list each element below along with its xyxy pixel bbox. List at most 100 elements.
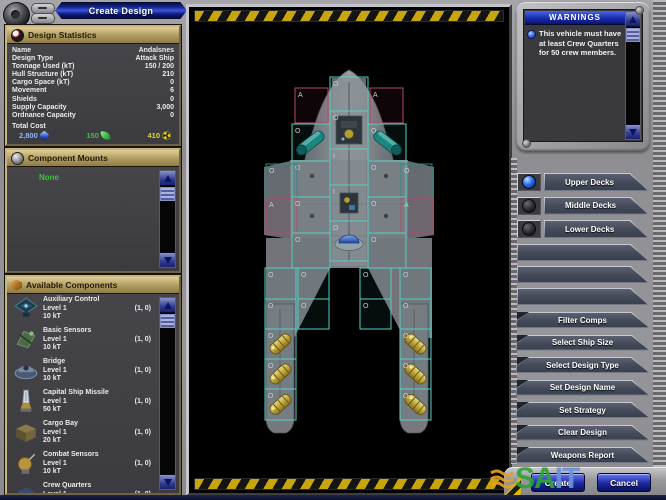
blank-button[interactable] xyxy=(517,244,648,261)
scroll-thumb[interactable] xyxy=(160,187,175,201)
scroll-up-button[interactable] xyxy=(160,298,175,313)
stat-value: 0 xyxy=(170,96,174,104)
component-level: Level 1 xyxy=(43,460,99,469)
stat-row: Name Andalsnes xyxy=(12,47,174,55)
scroll-thumb[interactable] xyxy=(626,28,640,42)
scroll-down-button[interactable] xyxy=(160,474,175,489)
design-statistics-title: Design Statistics xyxy=(28,30,97,40)
action-button[interactable]: Filter Comps xyxy=(516,312,649,328)
component-level: Level 1 xyxy=(43,336,91,345)
svg-text:O: O xyxy=(268,393,274,400)
action-button-label: Clear Design xyxy=(558,428,607,437)
design-statistics-panel: Design Statistics Name Andalsnes Design … xyxy=(5,25,181,146)
ship-design-viewport[interactable]: OAAOOOIOOIOOAAOOOOOOOOOOOOOOOOOOO xyxy=(186,4,512,496)
deck-button-label: Upper Decks xyxy=(565,178,614,187)
svg-text:A: A xyxy=(298,92,303,99)
blank-button[interactable] xyxy=(517,288,648,305)
hazard-stripe-bottom xyxy=(194,478,504,490)
deck-radio[interactable] xyxy=(517,173,541,191)
action-button[interactable]: Clear Design xyxy=(516,425,649,441)
action-button[interactable]: Weapons Report xyxy=(516,447,649,463)
svg-text:O: O xyxy=(333,225,339,232)
component-level: Level 1 xyxy=(43,491,91,493)
component-list-item[interactable]: Combat Sensors Level 1 10 kT (1, 0) xyxy=(7,449,157,480)
action-button-label: Weapons Report xyxy=(551,451,614,460)
deck-button[interactable]: Middle Decks xyxy=(544,197,648,215)
warnings-scrollbar[interactable] xyxy=(625,11,641,140)
available-components-title: Available Components xyxy=(26,280,117,290)
cost-item: 410 xyxy=(147,131,171,140)
deck-button[interactable]: Upper Decks xyxy=(544,173,648,191)
svg-text:O: O xyxy=(268,272,274,279)
component-mounts-body: None xyxy=(7,167,179,271)
blank-button[interactable] xyxy=(517,266,648,283)
stat-row: Movement 6 xyxy=(12,87,174,95)
arrow-down-icon xyxy=(629,129,637,136)
available-components-icon xyxy=(11,280,22,291)
capital-ship-missile-icon xyxy=(13,389,39,413)
action-button[interactable]: Select Design Type xyxy=(516,357,649,373)
component-count: (1, 0) xyxy=(135,367,151,374)
stat-row: Cargo Space (kT) 0 xyxy=(12,79,174,87)
component-list-item[interactable]: Crew Quarters Level 1 10 kT (1, 0) xyxy=(7,480,157,493)
scroll-thumb[interactable] xyxy=(160,314,175,328)
window-pill-button-2[interactable] xyxy=(31,13,55,24)
create-button[interactable]: Create xyxy=(531,473,585,492)
component-name: Auxiliary Control xyxy=(43,296,99,305)
deck-radio[interactable] xyxy=(517,197,541,215)
arrow-up-icon xyxy=(629,16,637,23)
cost-value: 410 xyxy=(147,131,160,140)
component-count: (1, 0) xyxy=(135,305,151,312)
action-button[interactable]: Set Design Name xyxy=(516,380,649,396)
component-list-item[interactable]: Cargo Bay Level 1 20 kT (1, 0) xyxy=(7,418,157,449)
action-button[interactable]: Select Ship Size xyxy=(516,335,649,351)
minerals-icon xyxy=(40,131,49,140)
stat-label: Hull Structure (kT) xyxy=(12,71,73,79)
stat-value: 6 xyxy=(170,87,174,95)
component-list-item[interactable]: Bridge Level 1 10 kT (1, 0) xyxy=(7,356,157,387)
scroll-track[interactable] xyxy=(160,201,175,252)
component-list-item[interactable]: Auxiliary Control Level 1 10 kT (1, 0) xyxy=(7,294,157,325)
component-size: 20 kT xyxy=(43,437,78,446)
ship-design-canvas[interactable]: OAAOOOIOOIOOAAOOOOOOOOOOOOOOOOOOO xyxy=(189,7,509,493)
deck-button[interactable]: Lower Decks xyxy=(544,220,648,238)
stat-value: Attack Ship xyxy=(135,55,174,63)
warnings-title-bar: WARNINGS xyxy=(525,11,625,25)
svg-text:O: O xyxy=(301,303,307,310)
component-mounts-header: Component Mounts xyxy=(7,150,179,167)
scroll-down-button[interactable] xyxy=(160,252,175,267)
stat-row: Supply Capacity 3,000 xyxy=(12,104,174,112)
action-button[interactable]: Set Strategy xyxy=(516,402,649,418)
arrow-down-icon xyxy=(164,479,172,486)
component-mounts-panel: Component Mounts None xyxy=(5,148,181,273)
component-count: (1, 0) xyxy=(135,491,151,493)
deck-radio[interactable] xyxy=(517,220,541,238)
stat-label: Tonnage Used (kT) xyxy=(12,63,74,71)
warning-text: This vehicle must have at least Crew Qua… xyxy=(539,29,622,58)
scroll-up-button[interactable] xyxy=(160,171,175,186)
deck-button-label: Middle Decks xyxy=(565,201,616,210)
svg-text:O: O xyxy=(403,303,409,310)
warnings-title: WARNINGS xyxy=(549,13,601,22)
create-design-window: Create Design Design Statistics Name And… xyxy=(0,0,666,500)
cancel-button[interactable]: Cancel xyxy=(597,473,651,492)
bottom-strip xyxy=(0,495,666,500)
svg-text:O: O xyxy=(268,363,274,370)
component-list-item[interactable]: Capital Ship Missile Level 1 50 kT (1, 0… xyxy=(7,387,157,418)
scroll-down-button[interactable] xyxy=(626,124,640,139)
scroll-track[interactable] xyxy=(160,328,175,474)
available-components-body: Auxiliary Control Level 1 10 kT (1, 0) B… xyxy=(7,294,179,493)
component-size: 10 kT xyxy=(43,313,99,322)
component-list-item[interactable]: Basic Sensors Level 1 10 kT (1, 0) xyxy=(7,325,157,356)
warnings-panel: WARNINGS This vehicle must have at least… xyxy=(516,2,650,152)
deck-button-label: Lower Decks xyxy=(565,225,614,234)
action-button-label: Set Strategy xyxy=(559,406,606,415)
svg-text:O: O xyxy=(295,201,301,208)
cargo-bay-icon xyxy=(13,420,39,444)
component-size: 10 kT xyxy=(43,344,91,353)
stat-label: Cargo Space (kT) xyxy=(12,79,70,87)
scroll-track[interactable] xyxy=(626,42,640,124)
component-mounts-scrollbar[interactable] xyxy=(159,170,176,268)
components-scrollbar[interactable] xyxy=(159,297,176,490)
stat-value: 210 xyxy=(162,71,174,79)
